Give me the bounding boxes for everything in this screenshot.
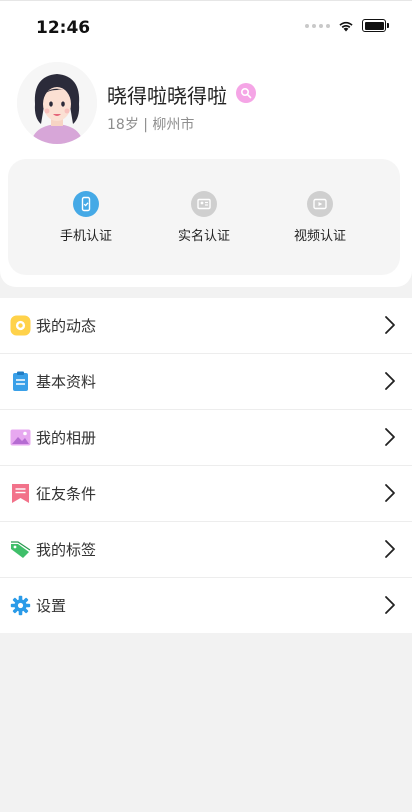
verify-realname[interactable]: 实名认证	[154, 191, 254, 244]
video-icon	[307, 191, 333, 217]
bookmark-icon	[12, 484, 29, 503]
edit-profile-icon[interactable]	[236, 83, 256, 103]
menu-item-profile[interactable]: 基本资料	[0, 354, 412, 410]
menu-label-tags: 我的标签	[36, 541, 97, 559]
chevron-right-icon	[385, 316, 395, 334]
chevron-right-icon	[385, 540, 395, 558]
verify-video[interactable]: 视频认证	[270, 191, 370, 244]
chevron-right-icon	[385, 596, 395, 614]
menu-item-tags[interactable]: 我的标签	[0, 522, 412, 578]
menu-label-settings: 设置	[36, 597, 67, 615]
menu-list: 我的动态 基本资料 我的相册 征友条件 我的标签 设置	[0, 298, 412, 633]
menu-label-profile: 基本资料	[36, 373, 97, 391]
menu-label-moments: 我的动态	[36, 317, 97, 335]
verify-realname-label: 实名认证	[177, 229, 230, 244]
menu-label-album: 我的相册	[36, 429, 97, 447]
menu-item-album[interactable]: 我的相册	[0, 410, 412, 466]
menu-item-moments[interactable]: 我的动态	[0, 298, 412, 354]
chevron-right-icon	[385, 428, 395, 446]
avatar-illustration	[17, 62, 97, 144]
album-icon	[10, 429, 31, 446]
profile-meta: 18岁 | 柳州市	[107, 117, 195, 133]
menu-label-criteria: 征友条件	[36, 485, 97, 503]
profile-name[interactable]: 晓得啦晓得啦	[107, 80, 227, 109]
verify-video-label: 视频认证	[293, 229, 346, 244]
moments-icon	[10, 315, 31, 336]
tag-icon	[11, 541, 31, 558]
menu-item-criteria[interactable]: 征友条件	[0, 466, 412, 522]
gear-icon	[10, 595, 31, 616]
battery-icon	[362, 19, 389, 32]
chevron-right-icon	[385, 372, 395, 390]
phone-verify-icon	[73, 191, 99, 217]
status-bar: 12:46	[0, 0, 412, 53]
avatar[interactable]	[17, 62, 97, 144]
status-icons	[305, 19, 389, 32]
verify-phone-label: 手机认证	[59, 229, 112, 244]
signal-icon	[305, 23, 330, 28]
clipboard-icon	[13, 371, 28, 391]
id-card-icon	[191, 191, 217, 217]
status-time: 12:46	[36, 18, 91, 38]
verify-phone[interactable]: 手机认证	[36, 191, 136, 244]
menu-item-settings[interactable]: 设置	[0, 578, 412, 633]
wifi-icon	[339, 21, 353, 31]
verification-card: 手机认证 实名认证 视频认证	[8, 159, 400, 275]
chevron-right-icon	[385, 484, 395, 502]
